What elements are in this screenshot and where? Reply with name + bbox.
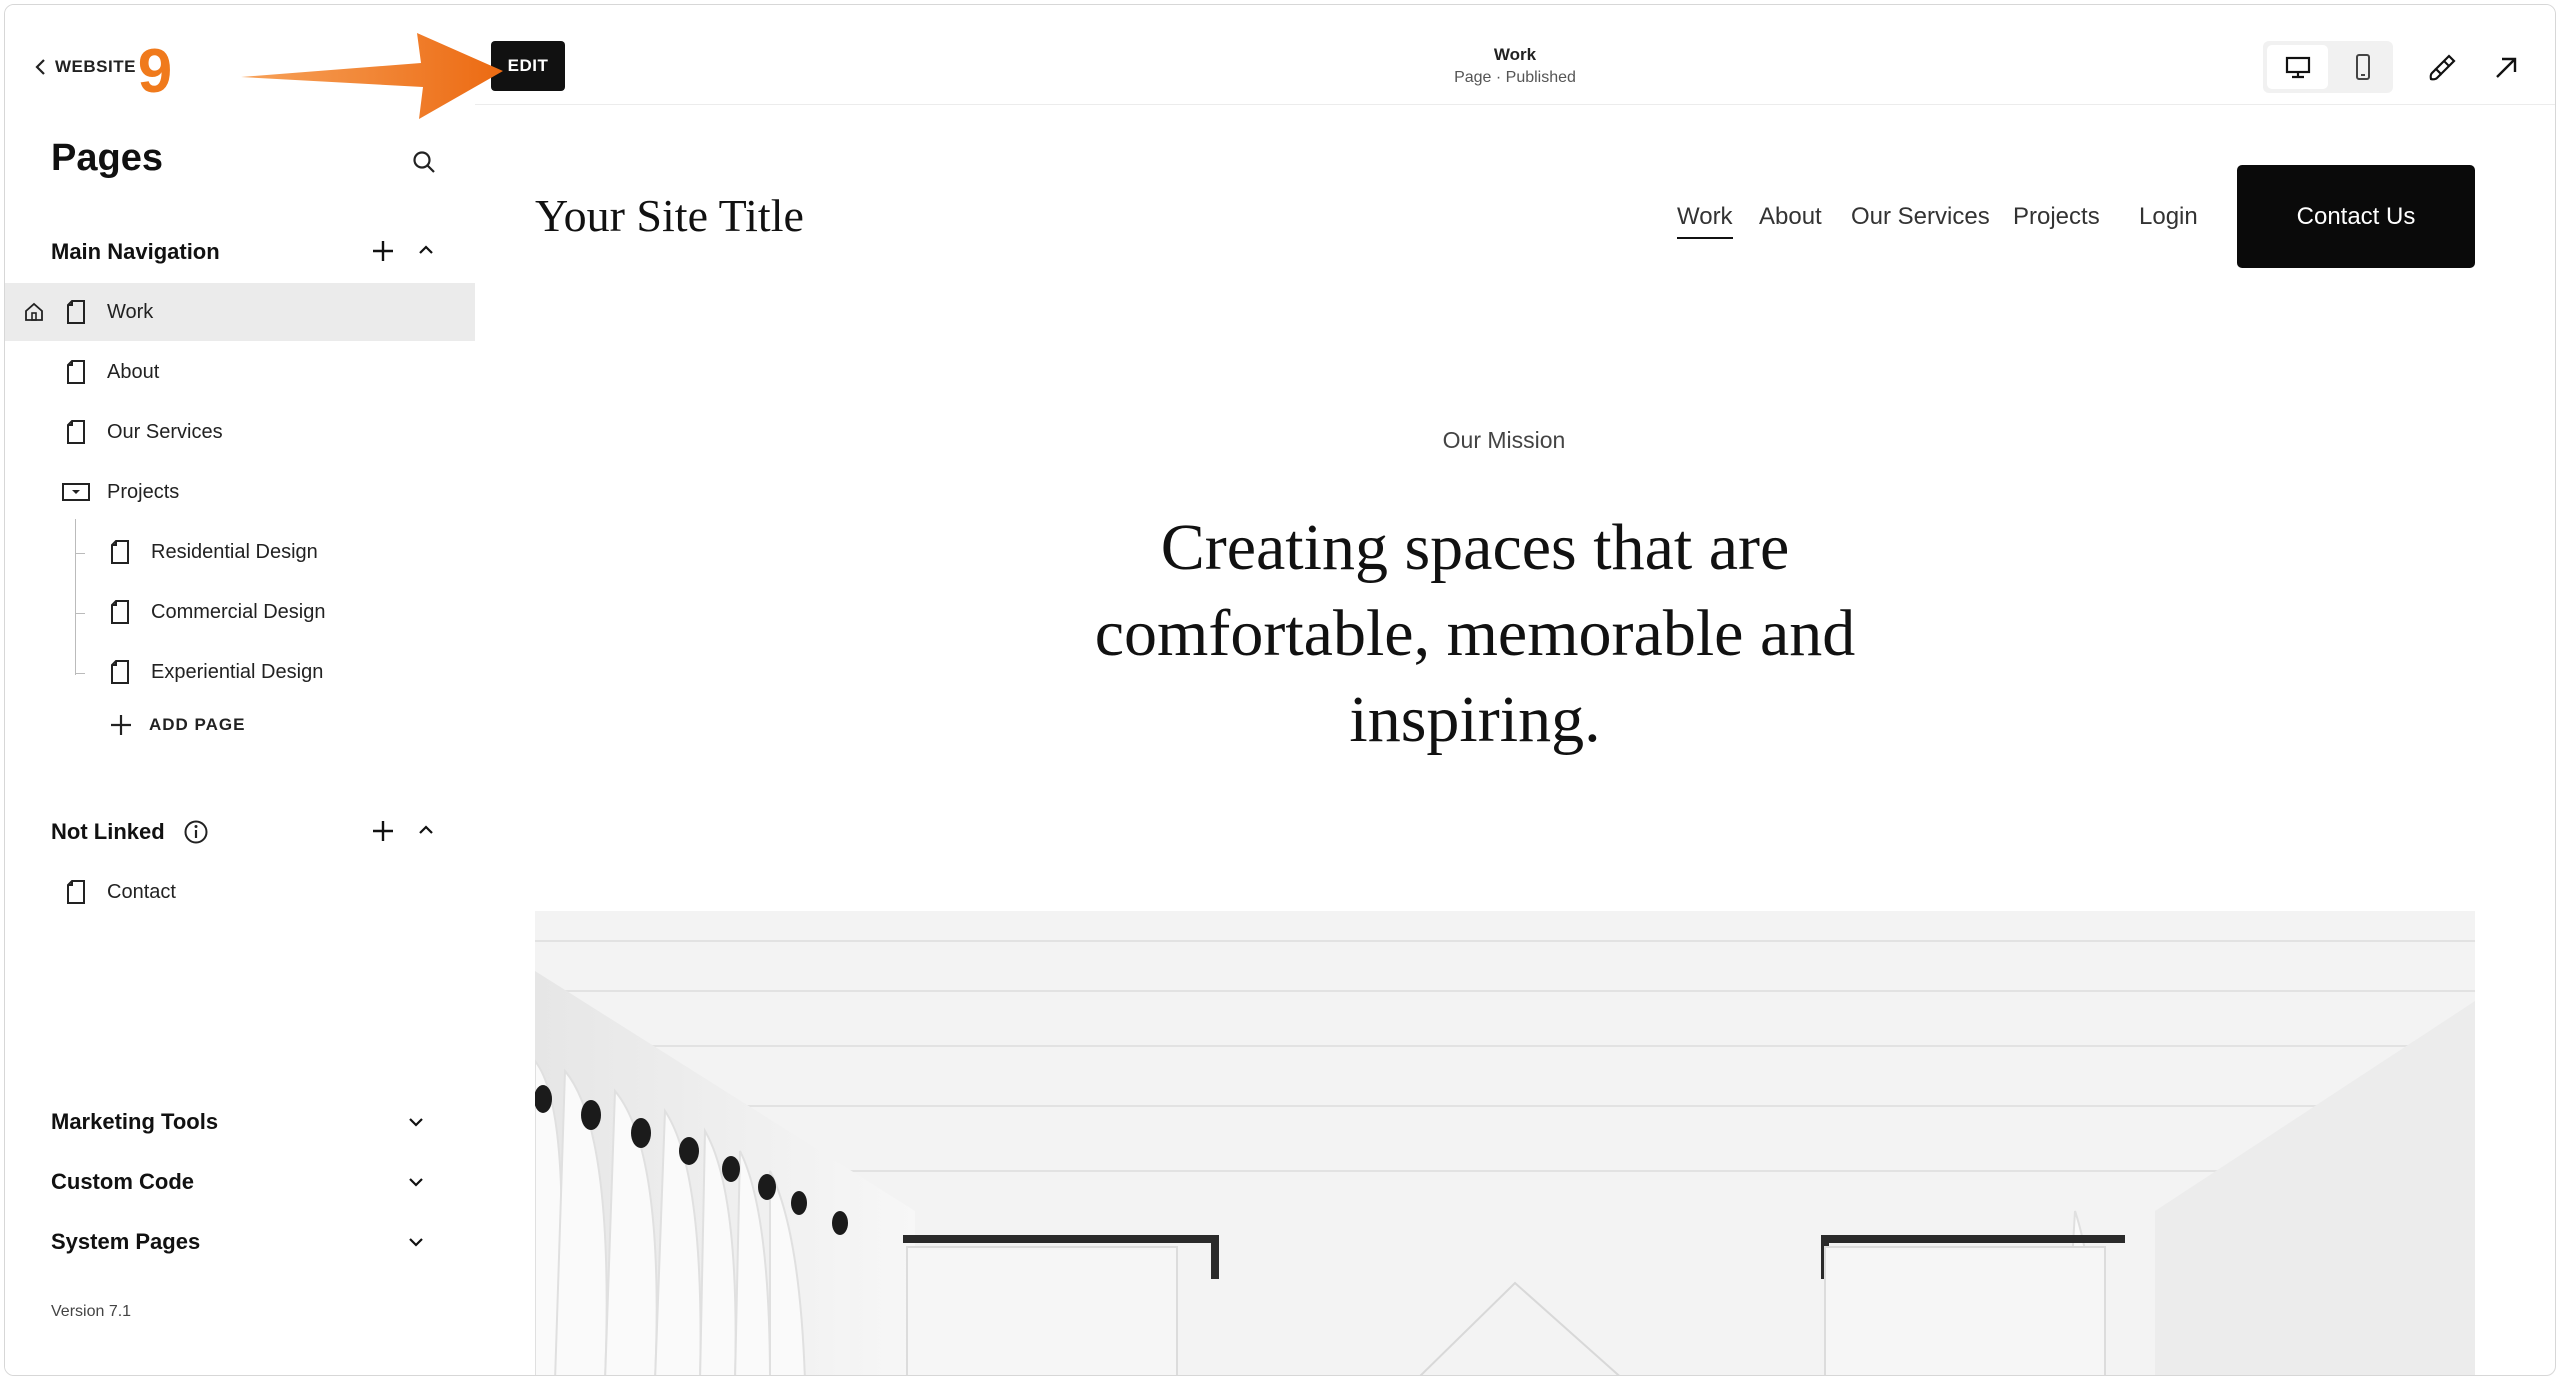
page-icon [67, 300, 85, 324]
sidebar-item-experiential-design[interactable]: Experiential Design [5, 643, 475, 701]
sidebar-item-label: Projects [107, 480, 180, 503]
hero-image [535, 911, 2475, 1375]
sidebar-item-work[interactable]: Work [5, 283, 475, 341]
chevron-down-icon [409, 1178, 423, 1187]
sidebar-item-label: Our Services [107, 420, 223, 443]
app-window: WEBSITE 9 Pages Main Navigation Work Abo… [4, 4, 2556, 1376]
sidebar-item-contact[interactable]: Contact [5, 863, 475, 921]
info-icon[interactable] [183, 819, 209, 845]
version-label: Version 7.1 [51, 1303, 132, 1320]
chevron-left-icon [35, 59, 45, 75]
home-icon [25, 302, 43, 321]
sidebar-item-residential-design[interactable]: Residential Design [5, 523, 475, 581]
sidebar-item-label: Residential Design [151, 540, 318, 563]
add-icon[interactable] [369, 817, 397, 845]
back-to-website-link[interactable]: WEBSITE [33, 57, 136, 77]
page-icon [111, 540, 129, 564]
panel-title: Pages [51, 137, 163, 179]
contact-us-button[interactable]: Contact Us [2237, 165, 2475, 268]
pages-sidebar: WEBSITE 9 Pages Main Navigation Work Abo… [5, 5, 475, 1375]
add-icon [111, 715, 131, 735]
chevron-up-icon[interactable] [415, 819, 437, 841]
site-title[interactable]: Your Site Title [535, 189, 804, 242]
mission-label: Our Mission [1442, 427, 1566, 453]
add-page-button[interactable]: ADD PAGE [109, 713, 245, 737]
page-meta: Work Page · Published [475, 45, 2555, 87]
back-label: WEBSITE [55, 57, 136, 76]
section-label: System Pages [51, 1229, 201, 1254]
system-pages-section[interactable]: System Pages [51, 1229, 441, 1255]
not-linked-label: Not Linked [51, 819, 165, 844]
main-navigation-header: Main Navigation [51, 239, 441, 265]
add-icon[interactable] [369, 237, 397, 265]
sidebar-item-commercial-design[interactable]: Commercial Design [5, 583, 475, 641]
page-icon [67, 880, 85, 904]
sidebar-item-label: Experiential Design [151, 660, 324, 683]
chevron-up-icon[interactable] [415, 239, 437, 261]
custom-code-section[interactable]: Custom Code [51, 1169, 441, 1195]
site-nav-link-work[interactable]: Work [1677, 203, 1733, 239]
mobile-icon [2355, 54, 2370, 80]
external-link-icon[interactable] [2491, 53, 2521, 83]
step-number-badge: 9 [137, 36, 173, 106]
not-linked-header: Not Linked [51, 819, 441, 845]
page-icon [67, 360, 85, 384]
add-page-label: ADD PAGE [149, 715, 246, 734]
search-icon[interactable] [411, 149, 437, 175]
paintbrush-icon[interactable] [2427, 53, 2457, 83]
marketing-tools-section[interactable]: Marketing Tools [51, 1109, 441, 1135]
folder-icon [62, 483, 90, 501]
page-name: Work [1493, 45, 1537, 64]
chevron-down-icon [409, 1238, 423, 1247]
sidebar-item-label: Commercial Design [151, 600, 326, 623]
main-navigation-label: Main Navigation [51, 239, 220, 264]
site-nav-link-our-services[interactable]: Our Services [1851, 203, 1990, 231]
chevron-down-icon [409, 1118, 423, 1127]
sidebar-item-about[interactable]: About [5, 343, 475, 401]
editor-topbar: EDIT Work Page · Published [475, 5, 2555, 105]
annotation-arrow-icon [241, 33, 503, 119]
page-icon [111, 660, 129, 684]
sidebar-item-label: Contact [107, 880, 176, 903]
mission-headline: Creating spaces that are comfortable, me… [1094, 511, 1856, 756]
site-nav-link-projects[interactable]: Projects [2013, 203, 2100, 231]
interior-photo [535, 911, 2475, 1375]
site-preview[interactable]: Your Site Title Work About Our Services … [475, 105, 2533, 1375]
site-login-link[interactable]: Login [2139, 203, 2198, 231]
sidebar-item-label: Work [107, 300, 154, 323]
sidebar-item-projects[interactable]: Projects [5, 463, 475, 521]
mobile-view-button[interactable] [2332, 45, 2393, 89]
site-nav-link-about[interactable]: About [1759, 203, 1822, 231]
page-icon [67, 420, 85, 444]
page-icon [111, 600, 129, 624]
sidebar-item-our-services[interactable]: Our Services [5, 403, 475, 461]
sidebar-item-label: About [107, 360, 160, 383]
page-status: Page · Published [1454, 69, 1576, 86]
section-label: Custom Code [51, 1169, 194, 1194]
section-label: Marketing Tools [51, 1109, 219, 1134]
device-view-toggle [2263, 41, 2393, 93]
desktop-icon [2285, 56, 2310, 79]
desktop-view-button[interactable] [2267, 45, 2328, 89]
